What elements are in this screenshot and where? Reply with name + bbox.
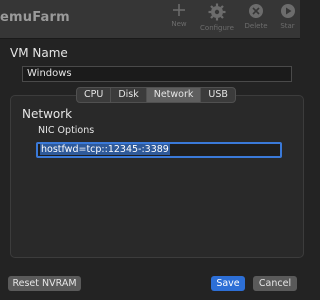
nic-options-field[interactable]: hostfwd=tcp::12345-:3389 (36, 142, 282, 158)
new-button[interactable]: New (166, 3, 192, 37)
save-button[interactable]: Save (211, 276, 245, 291)
plus-icon (173, 4, 185, 16)
configure-button-label: Configure (200, 24, 234, 32)
tab-cpu[interactable]: CPU (77, 88, 112, 102)
window-title: emuFarm (0, 10, 70, 25)
gear-icon (208, 3, 226, 21)
tab-disk[interactable]: Disk (111, 88, 147, 102)
configure-button[interactable]: Configure (195, 3, 239, 37)
reset-nvram-button[interactable]: Reset NVRAM (8, 276, 81, 291)
nic-options-label: NIC Options (38, 125, 95, 136)
delete-button-label: Delete (244, 22, 268, 30)
nic-options-value: hostfwd=tcp::12345-:3389 (40, 144, 170, 155)
play-circle-icon (280, 4, 295, 18)
start-button[interactable]: Star (275, 3, 300, 37)
tab-network[interactable]: Network (146, 88, 202, 102)
vm-name-field[interactable]: Windows (22, 66, 292, 82)
delete-button[interactable]: Delete (241, 3, 271, 37)
network-section-title: Network (22, 107, 73, 121)
title-bar: emuFarm New Configure Delete Star (0, 0, 300, 39)
delete-circle-x-icon (249, 4, 263, 18)
settings-tabs: CPU Disk Network USB (76, 87, 236, 103)
tab-usb[interactable]: USB (201, 88, 235, 102)
start-button-label: Star (280, 22, 295, 30)
vm-name-label: VM Name (10, 46, 68, 60)
cancel-button[interactable]: Cancel (253, 276, 297, 291)
new-button-label: New (171, 20, 187, 28)
